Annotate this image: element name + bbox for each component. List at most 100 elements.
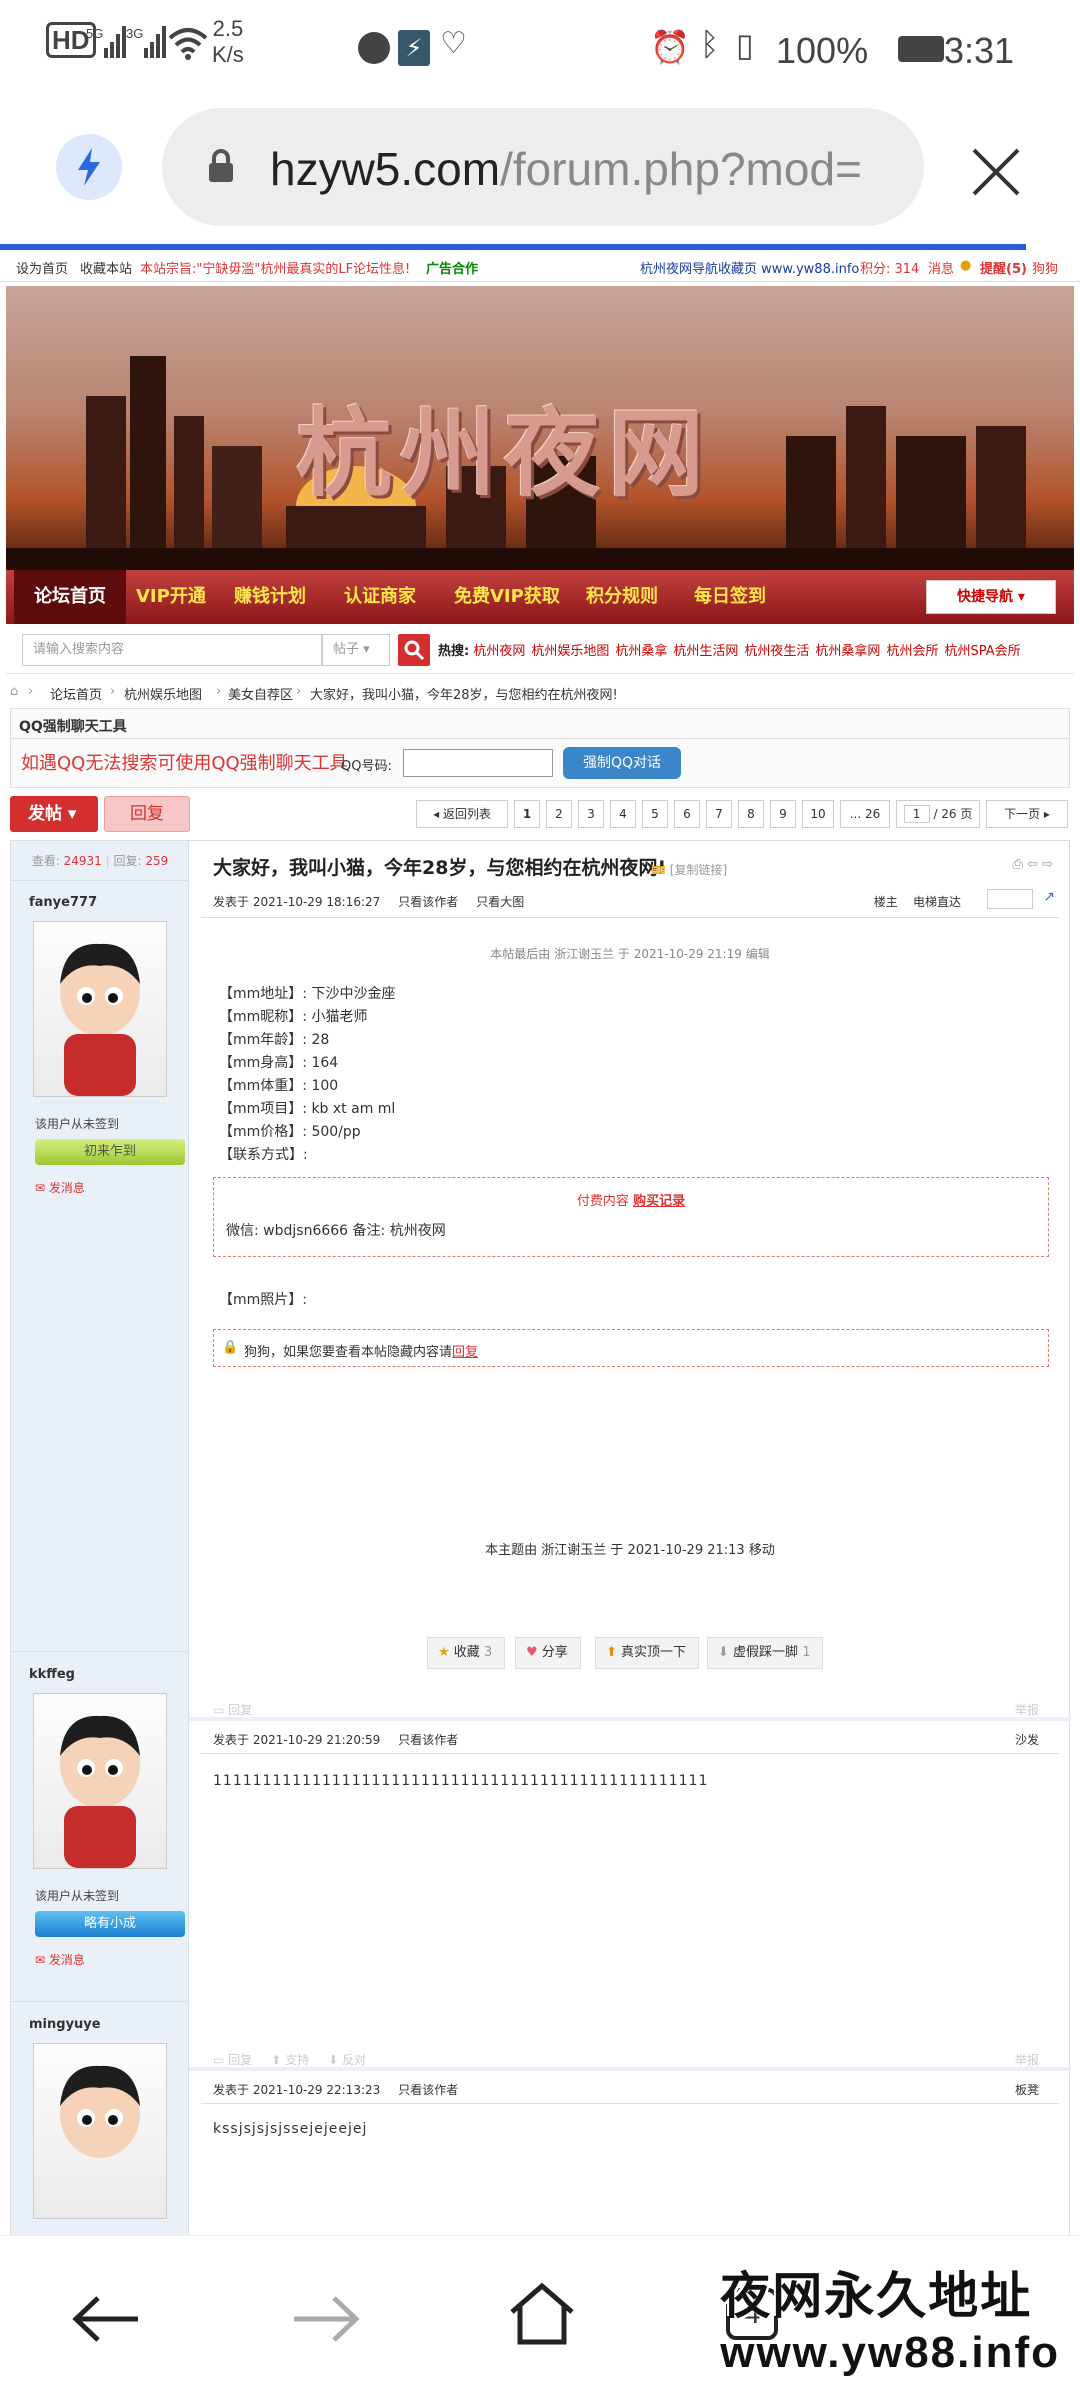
page-link[interactable]: 4 bbox=[610, 800, 636, 828]
print-prev-next-icons[interactable]: ⎙ ⇦ ⇨ bbox=[1013, 857, 1053, 872]
nav-points-rules[interactable]: 积分规则 bbox=[586, 570, 658, 624]
favorite-button[interactable]: ★ 收藏 3 bbox=[427, 1637, 506, 1669]
search-input[interactable]: 请输入搜索内容 bbox=[22, 634, 322, 666]
search-row: 请输入搜索内容 帖子 ▾ 热搜: 杭州夜网 杭州娱乐地图 杭州桑拿 杭州生活网 杭州夜生… bbox=[6, 624, 1074, 674]
bulb-icon: ● bbox=[960, 258, 972, 273]
elevator-input[interactable] bbox=[987, 889, 1033, 909]
bookmark-link[interactable]: 收藏本站 bbox=[80, 258, 132, 277]
crumb-map[interactable]: 杭州娱乐地图 bbox=[124, 684, 202, 703]
author-name[interactable]: fanye777 bbox=[29, 895, 97, 910]
elevator-go-icon[interactable]: ↗ bbox=[1043, 889, 1055, 905]
support-link[interactable]: ⬆ 支持 bbox=[271, 2053, 309, 2067]
send-message-link[interactable]: ✉ 发消息 bbox=[35, 1179, 85, 1196]
page-link[interactable]: 5 bbox=[642, 800, 668, 828]
hot-item[interactable]: 杭州生活网 bbox=[673, 644, 738, 659]
qq-number-label: QQ号码: bbox=[341, 759, 392, 774]
page-jump[interactable]: 1 / 26 页 bbox=[896, 800, 980, 828]
post-reply-link[interactable]: ▭ 回复 bbox=[213, 2053, 252, 2067]
site-notice[interactable]: 本站宗旨:"宁缺毋滥"杭州最真实的LF论坛性息! bbox=[140, 258, 410, 277]
home-icon[interactable]: ⌂ bbox=[10, 684, 18, 699]
nav-site-link[interactable]: 杭州夜网导航收藏页 www.yw88.info bbox=[640, 258, 859, 277]
avatar[interactable] bbox=[33, 2043, 167, 2219]
nav-forum-home[interactable]: 论坛首页 bbox=[14, 570, 126, 624]
avatar[interactable] bbox=[33, 1693, 167, 1869]
page-link[interactable]: 3 bbox=[578, 800, 604, 828]
nav-checkin[interactable]: 每日签到 bbox=[694, 570, 766, 624]
only-author-link[interactable]: 只看该作者 bbox=[398, 895, 458, 909]
new-post-button[interactable]: 发帖 ▾ bbox=[10, 796, 98, 832]
copy-link-button[interactable]: 🎫 [复制链接] bbox=[651, 861, 727, 878]
hot-item[interactable]: 杭州SPA会所 bbox=[944, 644, 1020, 659]
post-body: kssjsjsjsjssejejeejej bbox=[213, 2121, 368, 2137]
home-icon[interactable] bbox=[508, 2282, 576, 2346]
paid-content-text: 微信: wbdjsn6666 备注: 杭州夜网 bbox=[226, 1223, 446, 1239]
oppose-link[interactable]: ⬇ 反对 bbox=[328, 2053, 366, 2067]
report-link[interactable]: 举报 bbox=[1015, 2051, 1039, 2068]
page-link[interactable]: 9 bbox=[770, 800, 796, 828]
signal-5g-icon: 5G bbox=[86, 26, 126, 58]
crumb-forum-home[interactable]: 论坛首页 bbox=[50, 684, 102, 703]
messages-link[interactable]: 消息 bbox=[928, 258, 954, 277]
reply-button[interactable]: 回复 bbox=[104, 796, 190, 832]
hot-item[interactable]: 杭州娱乐地图 bbox=[531, 644, 609, 659]
search-button[interactable] bbox=[398, 634, 430, 666]
top-links-bar: 设为首页 收藏本站 本站宗旨:"宁缺毋滥"杭州最真实的LF论坛性息! 广告合作 … bbox=[0, 250, 1080, 282]
purchase-record-link[interactable]: 购买记录 bbox=[633, 1194, 685, 1209]
search-type-select[interactable]: 帖子 ▾ bbox=[322, 634, 390, 666]
hot-item[interactable]: 杭州桑拿 bbox=[615, 644, 667, 659]
qq-number-input[interactable] bbox=[403, 749, 553, 777]
upvote-button[interactable]: ⬆ 真实顶一下 bbox=[595, 1637, 700, 1669]
page-link[interactable]: 10 bbox=[802, 800, 834, 828]
author-name[interactable]: kkffeg bbox=[29, 1667, 75, 1682]
nav-free-vip[interactable]: 免费VIP获取 bbox=[454, 570, 560, 624]
quick-nav-button[interactable]: 快捷导航 ▾ bbox=[926, 580, 1056, 614]
page-link[interactable]: 6 bbox=[674, 800, 700, 828]
hot-item[interactable]: 杭州桑拿网 bbox=[815, 644, 880, 659]
qq-chat-button[interactable]: 强制QQ对话 bbox=[563, 747, 681, 779]
hot-item[interactable]: 杭州夜生活 bbox=[744, 644, 809, 659]
set-home-link[interactable]: 设为首页 bbox=[16, 258, 68, 277]
user-menu[interactable]: 狗狗 bbox=[1032, 258, 1058, 277]
floor-label: 楼主 电梯直达 bbox=[873, 895, 961, 909]
lightning-button[interactable] bbox=[56, 134, 122, 200]
address-bar[interactable]: hzyw5.com/forum.php?mod= bbox=[162, 108, 924, 226]
back-icon[interactable] bbox=[72, 2294, 142, 2344]
big-image-link[interactable]: 只看大图 bbox=[476, 895, 524, 909]
reminders-link[interactable]: 提醒(5) bbox=[980, 258, 1027, 277]
page-link[interactable]: 7 bbox=[706, 800, 732, 828]
hot-label: 热搜: bbox=[438, 644, 470, 659]
qq-tool-desc: 如遇QQ无法搜索可使用QQ强制聊天工具 bbox=[21, 753, 348, 774]
downvote-button[interactable]: ⬇ 虚假踩一脚 1 bbox=[707, 1637, 824, 1669]
hot-item[interactable]: 杭州夜网 bbox=[473, 644, 525, 659]
author-column: 查看: 24931 | 回复: 259 fanye777 该用户从未签到 初来乍… bbox=[11, 841, 189, 2235]
thread-container: 查看: 24931 | 回复: 259 fanye777 该用户从未签到 初来乍… bbox=[10, 840, 1071, 2235]
next-page[interactable]: 下一页 ▸ bbox=[986, 800, 1068, 828]
cartoon-avatar-image bbox=[60, 1715, 140, 1868]
post-reply-link[interactable]: ▭ 回复 bbox=[213, 1701, 252, 1718]
crumb-section[interactable]: 美女自荐区 bbox=[228, 684, 293, 703]
only-author-link[interactable]: 只看该作者 bbox=[398, 1733, 458, 1747]
page-link[interactable]: 2 bbox=[546, 800, 572, 828]
close-icon[interactable] bbox=[968, 144, 1024, 200]
ad-link[interactable]: 广告合作 bbox=[426, 258, 478, 277]
points-link[interactable]: 积分: 314 bbox=[860, 258, 919, 277]
page-link[interactable]: ... 26 bbox=[840, 800, 890, 828]
post-field: 【mm项目】: kb xt am ml bbox=[219, 1101, 396, 1117]
send-message-link[interactable]: ✉ 发消息 bbox=[35, 1951, 85, 1968]
forward-icon[interactable] bbox=[290, 2294, 360, 2344]
hot-item[interactable]: 杭州会所 bbox=[886, 644, 938, 659]
page-jump-input[interactable]: 1 bbox=[903, 805, 930, 823]
reply-to-view-link[interactable]: 回复 bbox=[452, 1345, 478, 1360]
page-link[interactable]: 8 bbox=[738, 800, 764, 828]
back-to-list[interactable]: ◂ 返回列表 bbox=[416, 800, 508, 828]
report-link[interactable]: 举报 bbox=[1015, 1701, 1039, 1718]
crumb-thread[interactable]: 大家好，我叫小猫，今年28岁，与您相约在杭州夜网! bbox=[310, 684, 618, 703]
page-link[interactable]: 1 bbox=[514, 800, 540, 828]
author-name[interactable]: mingyuye bbox=[29, 2017, 101, 2032]
share-button[interactable]: ♥ 分享 bbox=[515, 1637, 581, 1669]
web-page: 设为首页 收藏本站 本站宗旨:"宁缺毋滥"杭州最真实的LF论坛性息! 广告合作 … bbox=[0, 250, 1080, 2235]
only-author-link[interactable]: 只看该作者 bbox=[398, 2083, 458, 2097]
nav-verified[interactable]: 认证商家 bbox=[344, 570, 416, 624]
nav-vip[interactable]: VIP开通 bbox=[136, 570, 206, 624]
nav-earn[interactable]: 赚钱计划 bbox=[234, 570, 306, 624]
